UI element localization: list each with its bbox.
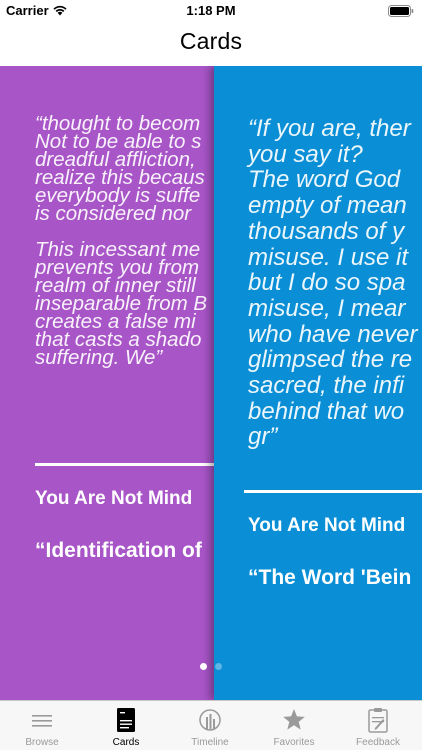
tab-bar: Browse Cards Timeline Favorites Feedback <box>0 700 422 750</box>
tab-timeline[interactable]: Timeline <box>168 701 252 750</box>
tab-label: Timeline <box>191 737 229 748</box>
battery-icon <box>388 5 414 17</box>
page-dot-active[interactable] <box>200 663 207 670</box>
page-dot[interactable] <box>215 663 222 670</box>
cards-icon <box>117 708 135 732</box>
tab-label: Favorites <box>273 737 315 748</box>
card-title: “The Word 'Bein <box>248 566 412 589</box>
tab-cards[interactable]: Cards <box>84 701 168 750</box>
card-title: “Identification of <box>35 539 202 562</box>
list-icon <box>32 715 52 727</box>
star-icon <box>283 709 305 730</box>
tab-label: Browse <box>25 737 59 748</box>
card-divider <box>35 463 222 466</box>
quote-card[interactable]: “thought to becom Not to be able to s dr… <box>0 66 222 700</box>
card-divider <box>244 490 422 493</box>
card-chapter: You Are Not Mind <box>248 515 406 536</box>
card-carousel[interactable]: “thought to becom Not to be able to s dr… <box>0 66 422 700</box>
tab-label: Cards <box>112 737 140 748</box>
clock-time: 1:18 PM <box>186 3 236 18</box>
page-title: Cards <box>179 28 243 54</box>
status-bar: Carrier 1:18 PM <box>0 0 422 22</box>
tab-browse[interactable]: Browse <box>0 701 84 750</box>
navigation-bar: Cards <box>0 22 422 66</box>
card-quote-text: “thought to becom Not to be able to s dr… <box>35 112 208 369</box>
clipboard-icon <box>368 708 388 733</box>
tab-feedback[interactable]: Feedback <box>336 701 420 750</box>
tab-favorites[interactable]: Favorites <box>252 701 336 750</box>
timeline-icon <box>199 709 221 731</box>
card-quote-text: “If you are, ther you say it? The word G… <box>248 115 418 451</box>
quote-card[interactable]: “If you are, ther you say it? The word G… <box>214 66 422 700</box>
card-chapter: You Are Not Mind <box>35 488 193 509</box>
tab-label: Feedback <box>356 737 400 748</box>
